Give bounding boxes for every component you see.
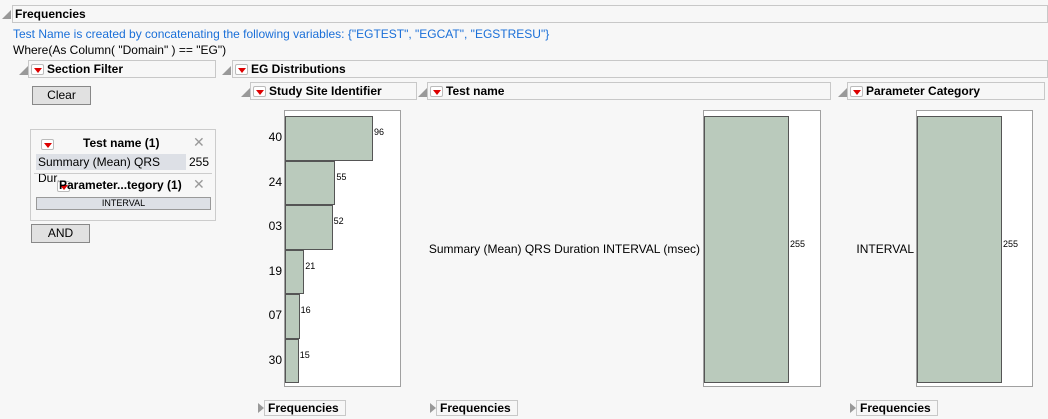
- collapse-icon[interactable]: [838, 88, 847, 97]
- red-triangle-menu-icon[interactable]: [235, 63, 248, 75]
- data-label: 96: [374, 127, 385, 138]
- where-text: Where(As Column( "Domain" ) == "EG"): [13, 43, 227, 57]
- filter-value[interactable]: Summary (Mean) QRS Dur...: [36, 154, 186, 185]
- bar[interactable]: [285, 294, 300, 339]
- red-triangle-menu-icon[interactable]: [41, 139, 54, 150]
- bar[interactable]: [285, 249, 305, 294]
- data-label: 255: [790, 238, 806, 249]
- filter-panel: Test name (1) ✕ Summary (Mean) QRS Dur..…: [30, 129, 216, 221]
- category-label: 19: [268, 263, 282, 278]
- collapse-icon[interactable]: [19, 66, 28, 75]
- eg-distributions-title: EG Distributions: [251, 62, 346, 76]
- red-triangle-menu-icon[interactable]: [253, 85, 266, 97]
- collapse-icon[interactable]: [241, 88, 250, 97]
- bar[interactable]: [285, 116, 374, 161]
- category-label: 24: [268, 174, 282, 189]
- category-label: 30: [268, 352, 282, 367]
- collapse-icon[interactable]: [222, 66, 231, 75]
- chart-header[interactable]: Test name: [427, 82, 831, 100]
- frequencies-footer[interactable]: Frequencies: [264, 400, 346, 416]
- bar[interactable]: [917, 116, 1002, 383]
- bar[interactable]: [285, 338, 299, 383]
- frequencies-footer[interactable]: Frequencies: [856, 400, 938, 416]
- section-filter-header[interactable]: Section Filter: [28, 60, 216, 78]
- section-filter-title: Section Filter: [47, 62, 124, 76]
- chart-header[interactable]: Study Site Identifier: [250, 82, 417, 100]
- filter-title: Test name (1): [83, 136, 160, 150]
- red-triangle-menu-icon[interactable]: [850, 85, 863, 97]
- clear-button[interactable]: Clear: [32, 86, 91, 105]
- bar[interactable]: [285, 205, 333, 250]
- chart-title: Test name: [446, 84, 505, 98]
- red-triangle-menu-icon[interactable]: [430, 85, 443, 97]
- eg-distributions-header[interactable]: EG Distributions: [232, 60, 1048, 78]
- close-icon[interactable]: ✕: [193, 176, 205, 193]
- divider: [34, 173, 212, 174]
- data-label: 255: [1003, 238, 1019, 249]
- chart-title: Parameter Category: [866, 84, 981, 98]
- data-label: 21: [305, 260, 316, 271]
- close-icon[interactable]: ✕: [193, 134, 205, 151]
- note-text: Test Name is created by concatenating th…: [13, 27, 550, 41]
- data-label: 55: [336, 171, 347, 182]
- chart-title: Study Site Identifier: [269, 84, 382, 98]
- red-triangle-menu-icon[interactable]: [31, 63, 44, 75]
- category-label: INTERVAL: [856, 241, 914, 256]
- filter-value[interactable]: INTERVAL: [36, 197, 211, 210]
- category-label: 07: [268, 308, 282, 323]
- collapse-icon[interactable]: [2, 10, 11, 19]
- bar[interactable]: [285, 160, 336, 205]
- filter-title: Parameter...tegory (1): [59, 178, 182, 192]
- frequencies-footer[interactable]: Frequencies: [436, 400, 518, 416]
- category-label: 40: [268, 130, 282, 145]
- collapse-icon[interactable]: [418, 88, 427, 97]
- title: Frequencies: [15, 7, 86, 21]
- and-button[interactable]: AND: [31, 224, 90, 243]
- filter-count: 255: [189, 155, 210, 169]
- chart-header[interactable]: Parameter Category: [847, 82, 1045, 100]
- bar[interactable]: [704, 116, 789, 383]
- data-label: 16: [300, 305, 311, 316]
- frequencies-header[interactable]: Frequencies: [12, 5, 1048, 23]
- data-label: 52: [333, 216, 344, 227]
- category-label: 03: [268, 219, 282, 234]
- data-label: 15: [299, 349, 310, 360]
- category-label: Summary (Mean) QRS Duration INTERVAL (ms…: [428, 241, 700, 256]
